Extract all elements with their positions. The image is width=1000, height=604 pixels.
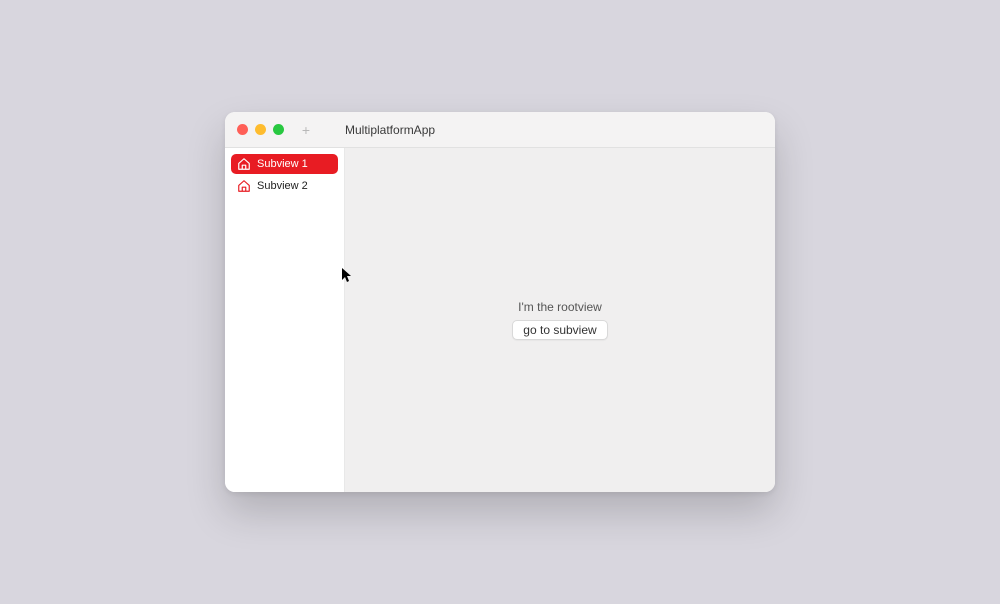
content-area: I'm the rootview go to subview [345, 148, 775, 492]
sidebar-item-label: Subview 2 [257, 180, 308, 192]
traffic-lights: + [225, 122, 345, 138]
house-icon [237, 179, 251, 193]
sidebar-item-subview-1[interactable]: Subview 1 [231, 154, 338, 174]
sidebar-item-label: Subview 1 [257, 158, 308, 170]
minimize-icon[interactable] [255, 124, 266, 135]
sidebar: Subview 1 Subview 2 [225, 148, 345, 492]
app-window: + MultiplatformApp Subview 1 Subview 2 I… [225, 112, 775, 492]
house-icon [237, 157, 251, 171]
sidebar-item-subview-2[interactable]: Subview 2 [231, 176, 338, 196]
window-body: Subview 1 Subview 2 I'm the rootview go … [225, 148, 775, 492]
maximize-icon[interactable] [273, 124, 284, 135]
go-to-subview-button[interactable]: go to subview [512, 320, 607, 340]
close-icon[interactable] [237, 124, 248, 135]
root-text: I'm the rootview [518, 300, 602, 314]
add-tab-button[interactable]: + [299, 122, 313, 138]
titlebar: + MultiplatformApp [225, 112, 775, 148]
window-title: MultiplatformApp [345, 123, 435, 137]
